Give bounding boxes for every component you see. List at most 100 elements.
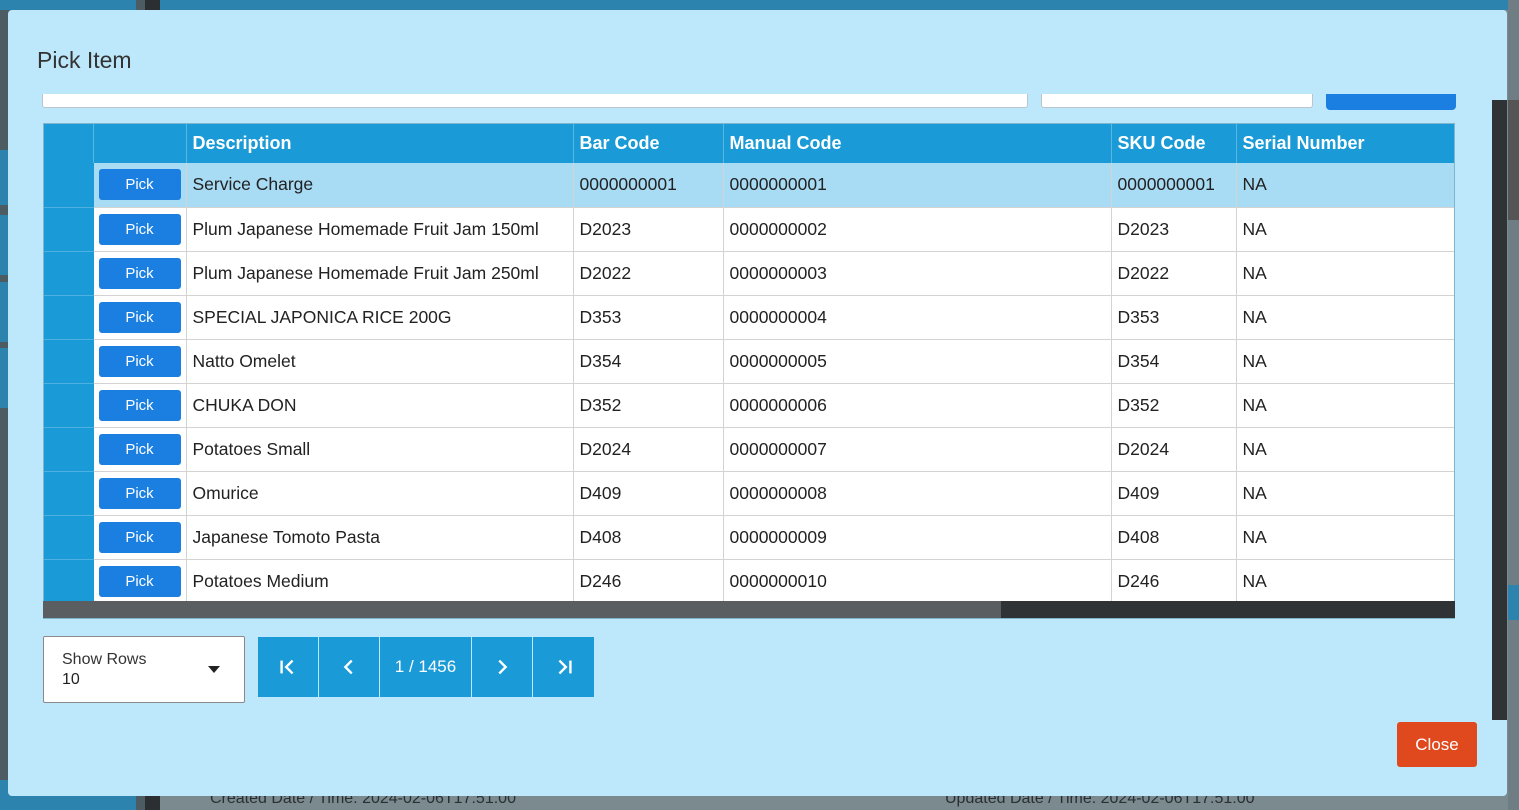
cell-description: Service Charge bbox=[186, 163, 574, 208]
row-selector[interactable] bbox=[44, 163, 94, 208]
table-row[interactable]: Pick Plum Japanese Homemade Fruit Jam 15… bbox=[44, 207, 1454, 252]
next-page-button[interactable] bbox=[472, 637, 533, 697]
show-rows-label: Show Rows bbox=[62, 651, 147, 668]
header-select bbox=[44, 124, 94, 163]
row-selector[interactable] bbox=[44, 427, 94, 472]
cell-description: Plum Japanese Homemade Fruit Jam 150ml bbox=[186, 207, 574, 252]
header-serial-number[interactable]: Serial Number bbox=[1236, 124, 1454, 163]
pick-button[interactable]: Pick bbox=[98, 521, 181, 553]
cell-bar-code: D2022 bbox=[573, 251, 724, 296]
pick-button[interactable]: Pick bbox=[98, 213, 181, 245]
cell-manual-code: 0000000008 bbox=[723, 471, 1112, 516]
last-page-icon bbox=[558, 659, 572, 675]
row-selector[interactable] bbox=[44, 295, 94, 340]
table-row[interactable]: Pick SPECIAL JAPONICA RICE 200G D353 000… bbox=[44, 295, 1454, 340]
cell-bar-code: D354 bbox=[573, 339, 724, 384]
items-table: Description Bar Code Manual Code SKU Cod… bbox=[44, 124, 1454, 604]
cell-serial-number: NA bbox=[1236, 207, 1454, 252]
table-row[interactable]: Pick CHUKA DON D352 0000000006 D352 NA bbox=[44, 383, 1454, 428]
pick-cell: Pick bbox=[93, 295, 187, 340]
pick-button[interactable]: Pick bbox=[98, 257, 181, 289]
modal-vertical-scrollbar[interactable] bbox=[1492, 100, 1507, 720]
row-selector[interactable] bbox=[44, 339, 94, 384]
cell-description: Potatoes Medium bbox=[186, 559, 574, 604]
header-description[interactable]: Description bbox=[186, 124, 574, 163]
cell-sku-code: D2024 bbox=[1111, 427, 1237, 472]
pick-button[interactable]: Pick bbox=[98, 301, 181, 333]
pick-button[interactable]: Pick bbox=[98, 565, 181, 597]
prev-page-button[interactable] bbox=[319, 637, 380, 697]
scrollbar-thumb[interactable] bbox=[43, 601, 1001, 618]
cell-bar-code: D2023 bbox=[573, 207, 724, 252]
pick-item-modal: Pick Item Description Bar Code Manual Co… bbox=[8, 10, 1507, 796]
pick-button[interactable]: Pick bbox=[98, 433, 181, 465]
pick-cell: Pick bbox=[93, 207, 187, 252]
cell-description: CHUKA DON bbox=[186, 383, 574, 428]
table-row[interactable]: Pick Natto Omelet D354 0000000005 D354 N… bbox=[44, 339, 1454, 384]
search-description-input[interactable] bbox=[42, 94, 1028, 108]
row-selector[interactable] bbox=[44, 471, 94, 516]
pick-cell: Pick bbox=[93, 559, 187, 604]
table-row[interactable]: Pick Omurice D409 0000000008 D409 NA bbox=[44, 471, 1454, 516]
cell-sku-code: 0000000001 bbox=[1111, 163, 1237, 208]
cell-sku-code: D408 bbox=[1111, 515, 1237, 560]
pick-cell: Pick bbox=[93, 515, 187, 560]
first-page-icon bbox=[280, 659, 294, 675]
cell-bar-code: D408 bbox=[573, 515, 724, 560]
modal-title: Pick Item bbox=[37, 47, 132, 73]
pick-button[interactable]: Pick bbox=[98, 169, 181, 201]
cell-manual-code: 0000000003 bbox=[723, 251, 1112, 296]
last-page-button[interactable] bbox=[533, 637, 594, 697]
cell-sku-code: D352 bbox=[1111, 383, 1237, 428]
cell-serial-number: NA bbox=[1236, 515, 1454, 560]
header-bar-code[interactable]: Bar Code bbox=[573, 124, 724, 163]
cell-description: Plum Japanese Homemade Fruit Jam 250ml bbox=[186, 251, 574, 296]
pick-cell: Pick bbox=[93, 427, 187, 472]
items-grid: Description Bar Code Manual Code SKU Cod… bbox=[43, 123, 1455, 619]
header-sku-code[interactable]: SKU Code bbox=[1111, 124, 1237, 163]
close-button[interactable]: Close bbox=[1397, 722, 1477, 767]
cell-serial-number: NA bbox=[1236, 163, 1454, 208]
row-selector[interactable] bbox=[44, 383, 94, 428]
row-selector[interactable] bbox=[44, 207, 94, 252]
show-rows-value: 10 bbox=[62, 671, 80, 688]
cell-description: Japanese Tomoto Pasta bbox=[186, 515, 574, 560]
table-row[interactable]: Pick Plum Japanese Homemade Fruit Jam 25… bbox=[44, 251, 1454, 296]
search-button[interactable] bbox=[1326, 94, 1456, 110]
page-info: 1 / 1456 bbox=[380, 637, 472, 697]
pick-cell: Pick bbox=[93, 383, 187, 428]
cell-bar-code: D246 bbox=[573, 559, 724, 604]
cell-sku-code: D353 bbox=[1111, 295, 1237, 340]
cell-description: Omurice bbox=[186, 471, 574, 516]
row-selector[interactable] bbox=[44, 515, 94, 560]
pick-button[interactable]: Pick bbox=[98, 345, 181, 377]
cell-manual-code: 0000000001 bbox=[723, 163, 1112, 208]
row-selector[interactable] bbox=[44, 559, 94, 604]
cell-sku-code: D409 bbox=[1111, 471, 1237, 516]
table-row[interactable]: Pick Potatoes Medium D246 0000000010 D24… bbox=[44, 559, 1454, 604]
pick-cell: Pick bbox=[93, 339, 187, 384]
table-row[interactable]: Pick Service Charge 0000000001 000000000… bbox=[44, 163, 1454, 208]
row-selector[interactable] bbox=[44, 251, 94, 296]
table-row[interactable]: Pick Japanese Tomoto Pasta D408 00000000… bbox=[44, 515, 1454, 560]
chevron-right-icon bbox=[498, 659, 508, 675]
cell-serial-number: NA bbox=[1236, 339, 1454, 384]
pick-button[interactable]: Pick bbox=[98, 477, 181, 509]
cell-sku-code: D354 bbox=[1111, 339, 1237, 384]
show-rows-select[interactable]: Show Rows 10 bbox=[43, 636, 245, 703]
cell-serial-number: NA bbox=[1236, 251, 1454, 296]
first-page-button[interactable] bbox=[258, 637, 319, 697]
cell-bar-code: D352 bbox=[573, 383, 724, 428]
cell-sku-code: D246 bbox=[1111, 559, 1237, 604]
table-row[interactable]: Pick Potatoes Small D2024 0000000007 D20… bbox=[44, 427, 1454, 472]
cell-bar-code: D353 bbox=[573, 295, 724, 340]
cell-sku-code: D2022 bbox=[1111, 251, 1237, 296]
pick-cell: Pick bbox=[93, 163, 187, 208]
chevron-left-icon bbox=[343, 659, 353, 675]
grid-horizontal-scrollbar[interactable] bbox=[43, 601, 1455, 618]
pagination: 1 / 1456 bbox=[258, 637, 594, 697]
header-manual-code[interactable]: Manual Code bbox=[723, 124, 1112, 163]
search-code-input[interactable] bbox=[1041, 94, 1313, 108]
cell-manual-code: 0000000004 bbox=[723, 295, 1112, 340]
pick-button[interactable]: Pick bbox=[98, 389, 181, 421]
